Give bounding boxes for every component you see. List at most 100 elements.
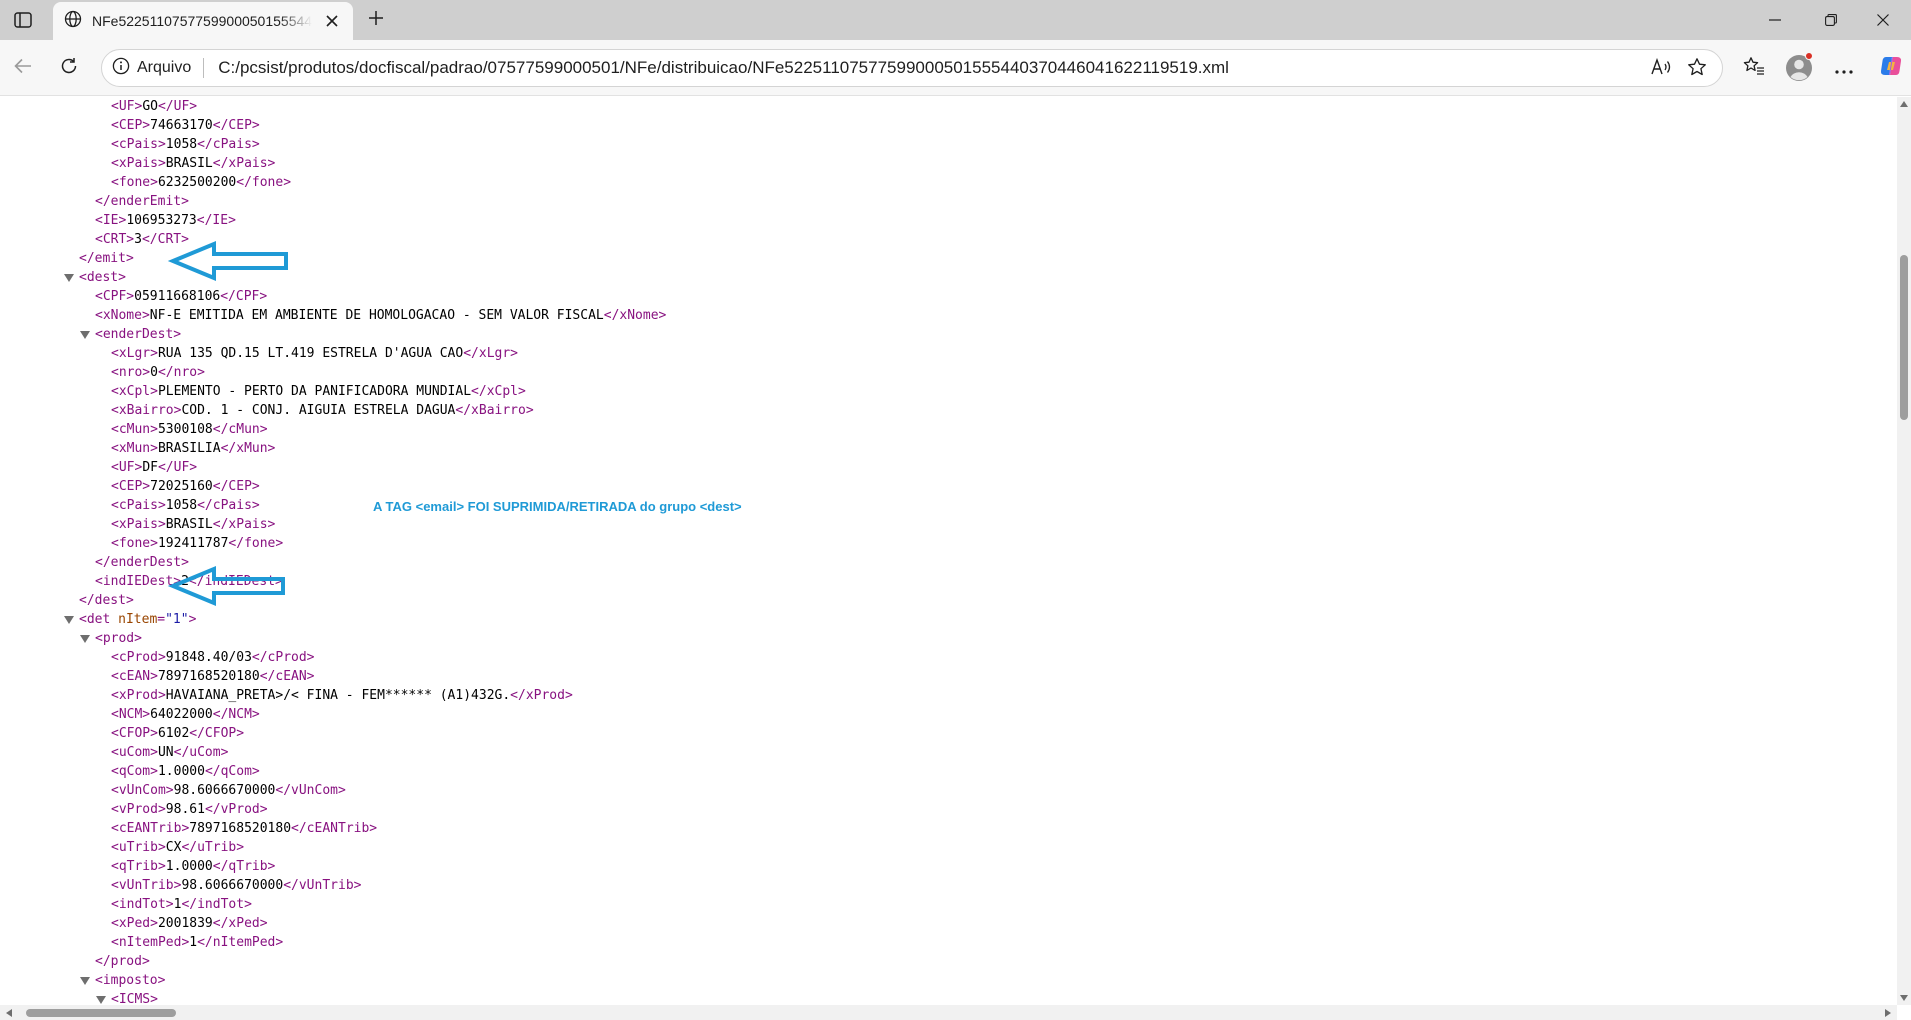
reload-button[interactable] bbox=[54, 53, 84, 83]
scroll-up-arrow-icon[interactable] bbox=[1900, 101, 1908, 107]
xml-open-tag: <det bbox=[79, 612, 119, 627]
xml-open-tag: <xNome> bbox=[95, 308, 150, 323]
xml-text-value: COD. 1 - CONJ. AIGUIA ESTRELA DAGUA bbox=[181, 403, 456, 418]
xml-open-tag: <uCom> bbox=[111, 745, 158, 760]
xml-attr-name: nItem bbox=[118, 612, 158, 627]
tab-title: NFe5225110757759900050155544037044604162… bbox=[92, 13, 312, 29]
xml-open-tag: <vUnCom> bbox=[111, 783, 174, 798]
star-icon bbox=[1687, 57, 1707, 81]
xml-line: <xPais>BRASIL</xPais> bbox=[111, 515, 275, 534]
xml-text-value: GO bbox=[142, 99, 158, 114]
read-aloud-button[interactable] bbox=[1646, 54, 1676, 84]
xml-text-value: 1058 bbox=[165, 137, 198, 152]
xml-line: <vUnTrib>98.6066670000</vUnTrib> bbox=[111, 876, 361, 895]
restore-button[interactable] bbox=[1803, 0, 1859, 40]
xml-line: <xPais>BRASIL</xPais> bbox=[111, 154, 275, 173]
new-tab-button[interactable] bbox=[362, 7, 390, 33]
annotation-arrow-dest bbox=[167, 241, 288, 281]
profile-avatar-icon[interactable] bbox=[1784, 52, 1814, 83]
xml-open-tag: <dest> bbox=[79, 270, 126, 285]
more-button[interactable] bbox=[1829, 53, 1859, 83]
favorite-button[interactable] bbox=[1682, 54, 1712, 84]
xml-close-tag: </enderEmit> bbox=[95, 194, 189, 209]
xml-close-tag: </xPais> bbox=[212, 156, 276, 171]
xml-open-tag: <IE> bbox=[95, 213, 127, 228]
close-window-button[interactable] bbox=[1855, 0, 1911, 40]
horizontal-scroll-thumb[interactable] bbox=[26, 1009, 176, 1017]
url-text[interactable]: C:/pcsist/produtos/docfiscal/padrao/0757… bbox=[218, 58, 1229, 78]
xml-close-tag: </indTot> bbox=[181, 897, 252, 912]
xml-close-tag: </UF> bbox=[157, 460, 198, 475]
xml-text-value: 3 bbox=[134, 232, 142, 247]
xml-open-tag: <CPF> bbox=[95, 289, 135, 304]
xml-line: <xCpl>PLEMENTO - PERTO DA PANIFICADORA M… bbox=[111, 382, 526, 401]
back-button[interactable] bbox=[8, 53, 38, 83]
xml-text-value: 106953273 bbox=[126, 213, 197, 228]
collapse-triangle-icon[interactable] bbox=[96, 996, 106, 1004]
xml-text-value: 2001839 bbox=[157, 916, 213, 931]
tab-xml-file[interactable]: NFe5225110757759900050155544037044604162… bbox=[53, 2, 353, 40]
xml-text-value: 7897168520180 bbox=[189, 821, 292, 836]
xml-open-tag: <qTrib> bbox=[111, 859, 166, 874]
xml-close-tag: </xPais> bbox=[212, 517, 276, 532]
xml-close-tag: </vUnTrib> bbox=[283, 878, 362, 893]
xml-line: <cEAN>7897168520180</cEAN> bbox=[111, 667, 315, 686]
collapse-triangle-icon[interactable] bbox=[80, 977, 90, 985]
xml-line: <fone>6232500200</fone> bbox=[111, 173, 291, 192]
xml-open-tag: <nItemPed> bbox=[111, 935, 190, 950]
xml-text-value: 192411787 bbox=[157, 536, 229, 551]
xml-close-tag: </xProd> bbox=[510, 688, 573, 703]
scroll-right-arrow-icon[interactable] bbox=[1885, 1009, 1891, 1017]
collapse-triangle-icon[interactable] bbox=[64, 616, 74, 624]
collapse-triangle-icon[interactable] bbox=[80, 635, 90, 643]
xml-open-tag: <uTrib> bbox=[111, 840, 166, 855]
vertical-scroll-thumb[interactable] bbox=[1900, 255, 1908, 420]
notification-dot bbox=[1805, 52, 1813, 60]
xml-line: <xBairro>COD. 1 - CONJ. AIGUIA ESTRELA D… bbox=[111, 401, 534, 420]
scroll-left-arrow-icon[interactable] bbox=[6, 1009, 12, 1017]
address-bar[interactable]: Arquivo C:/pcsist/produtos/docfiscal/pad… bbox=[101, 49, 1723, 87]
vertical-scrollbar[interactable] bbox=[1897, 97, 1911, 1005]
xml-line: <cProd>91848.40/03</cProd> bbox=[111, 648, 315, 667]
xml-close-tag: </fone> bbox=[228, 536, 284, 551]
xml-line: <indTot>1</indTot> bbox=[111, 895, 252, 914]
xml-text-value: 72025160 bbox=[150, 479, 213, 494]
xml-text-value: 98.6066670000 bbox=[181, 878, 284, 893]
horizontal-scrollbar[interactable] bbox=[0, 1005, 1897, 1020]
xml-line: <CPF>05911668106</CPF> bbox=[95, 287, 267, 306]
xml-close-tag: </vProd> bbox=[204, 802, 268, 817]
xml-line: <UF>GO</UF> bbox=[111, 97, 197, 116]
xml-line: <vUnCom>98.6066670000</vUnCom> bbox=[111, 781, 346, 800]
xml-text-value: PLEMENTO - PERTO DA PANIFICADORA MUNDIAL bbox=[157, 384, 472, 399]
xml-close-tag: </cEANTrib> bbox=[291, 821, 378, 836]
xml-open-tag: <vUnTrib> bbox=[111, 878, 182, 893]
copilot-button[interactable] bbox=[1876, 53, 1906, 83]
copilot-icon bbox=[1879, 54, 1903, 82]
collapse-triangle-icon[interactable] bbox=[64, 274, 74, 282]
site-info-button[interactable]: Arquivo bbox=[112, 57, 191, 79]
collapse-triangle-icon[interactable] bbox=[80, 331, 90, 339]
xml-open-tag: <CEP> bbox=[111, 479, 151, 494]
xml-text-value: 1.0000 bbox=[165, 859, 213, 874]
close-icon[interactable] bbox=[321, 10, 343, 32]
globe-icon bbox=[64, 10, 82, 32]
xml-close-tag: </cMun> bbox=[212, 422, 268, 437]
scroll-down-arrow-icon[interactable] bbox=[1900, 995, 1908, 1001]
sidebar-toggle-icon[interactable] bbox=[8, 7, 38, 33]
xml-text-value: 1 bbox=[189, 935, 198, 950]
xml-open-tag: <xPais> bbox=[111, 517, 166, 532]
xml-open-tag: <cMun> bbox=[111, 422, 158, 437]
favorites-button[interactable] bbox=[1739, 53, 1769, 83]
xml-open-tag: <cEANTrib> bbox=[111, 821, 190, 836]
xml-line: <ICMS> bbox=[111, 990, 158, 1005]
xml-line: <xPed>2001839</xPed> bbox=[111, 914, 268, 933]
xml-line: <cEANTrib>7897168520180</cEANTrib> bbox=[111, 819, 377, 838]
xml-text-value: RUA 135 QD.15 LT.419 ESTRELA D'AGUA CAO bbox=[157, 346, 464, 361]
xml-close-tag: </fone> bbox=[236, 175, 292, 190]
xml-text-value: UN bbox=[157, 745, 174, 760]
xml-text-value: BRASILIA bbox=[157, 441, 221, 456]
xml-text-value: 64022000 bbox=[150, 707, 213, 722]
xml-text-value: DF bbox=[142, 460, 158, 475]
xml-close-tag: </CEP> bbox=[212, 118, 260, 133]
minimize-button[interactable] bbox=[1747, 0, 1803, 40]
